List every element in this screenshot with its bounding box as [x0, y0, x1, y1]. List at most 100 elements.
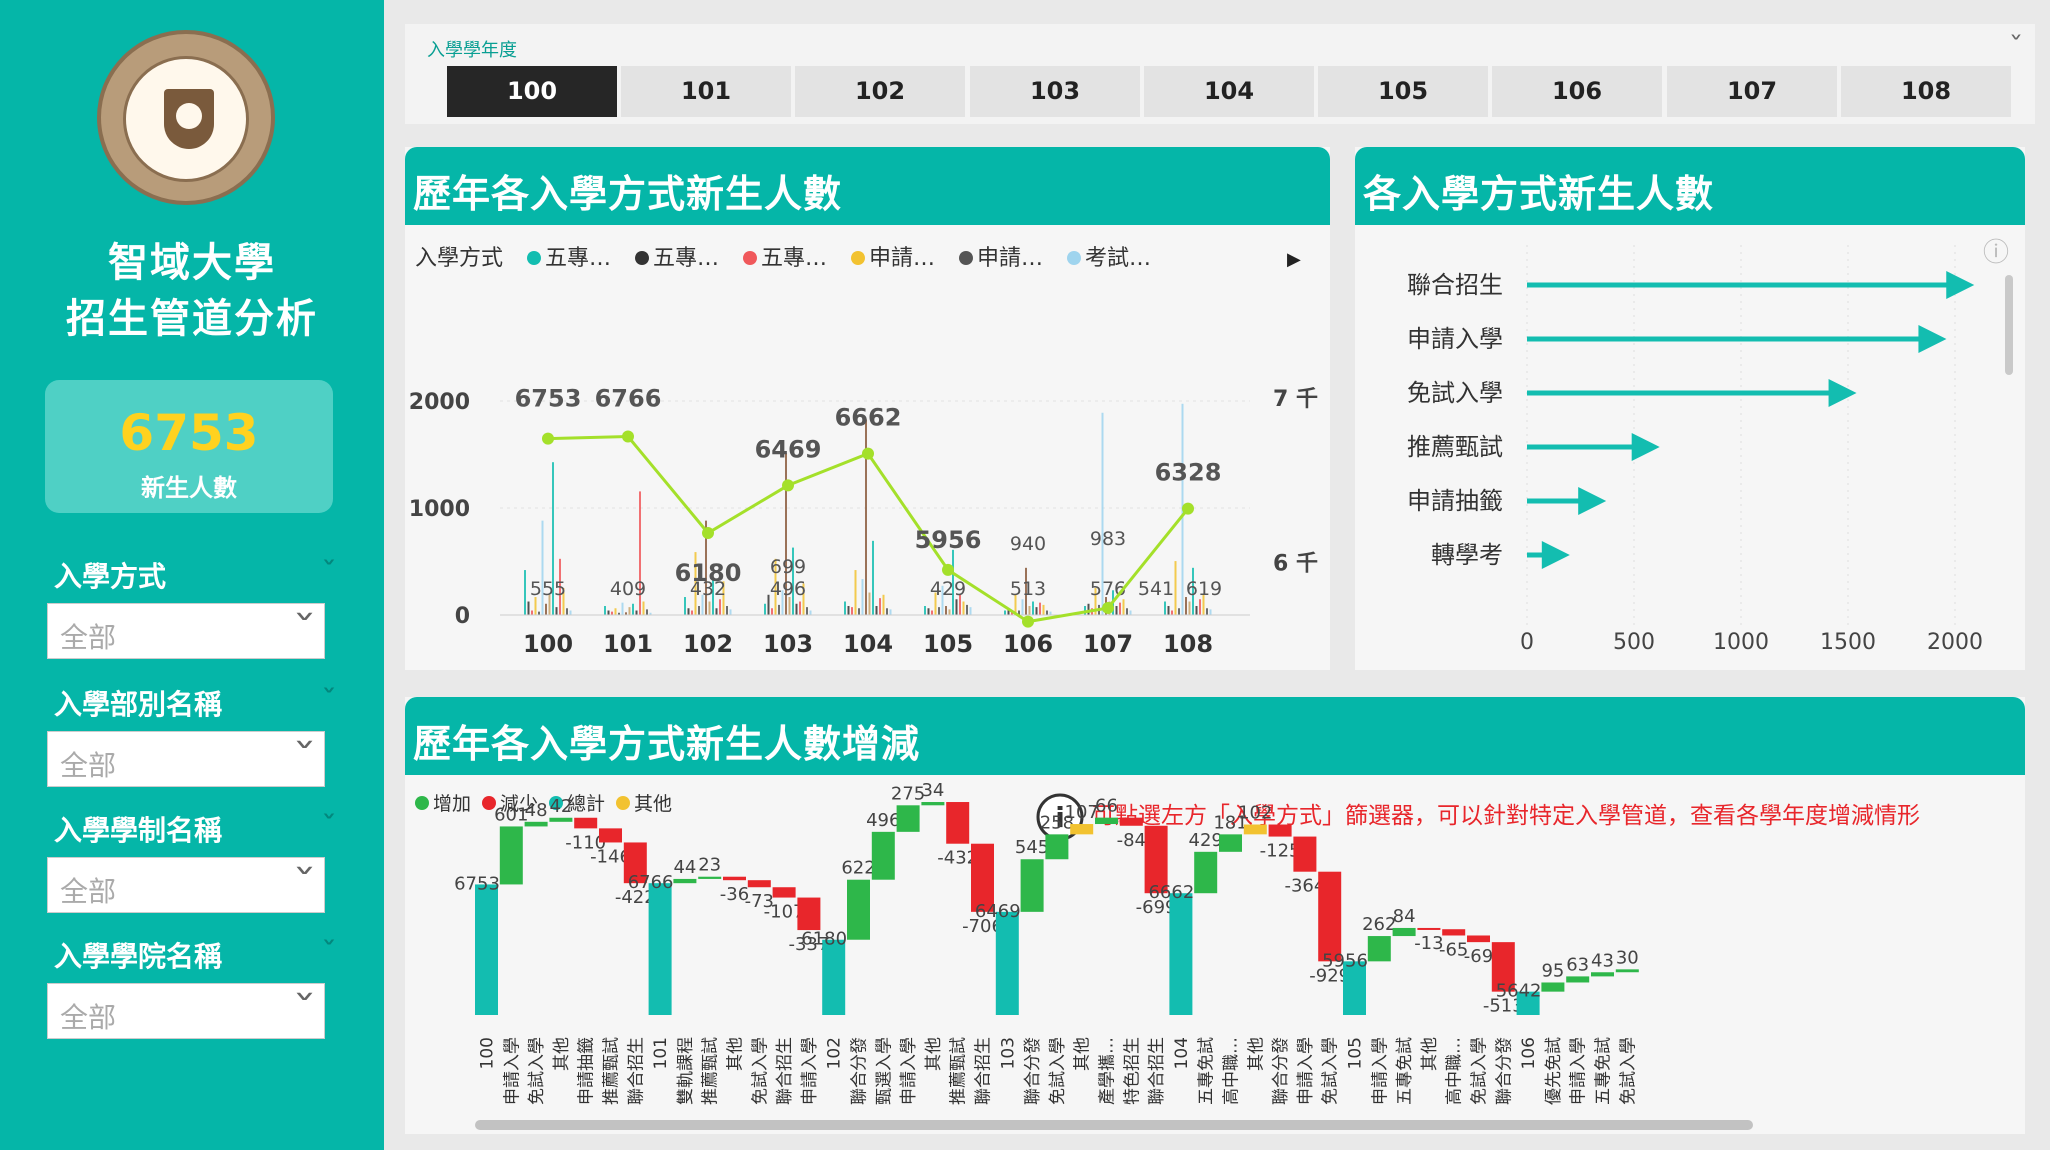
bar-mark — [1046, 610, 1048, 615]
bar-data-label: 66 — [1095, 796, 1118, 817]
bar-mark — [691, 610, 693, 615]
x-tick-label: 106 — [1003, 630, 1053, 658]
card-admission-methods: 各入學方式新生人數 0 500 1000 1500 2000 ⓘ 聯合招生 申請入學 免試入學推… — [1355, 147, 2025, 670]
bar-mark — [642, 601, 645, 615]
chevron-down-icon[interactable]: ˅ — [321, 811, 337, 835]
x-tick-label: 聯合招生 — [626, 1037, 646, 1105]
year-button-102[interactable]: 102 — [795, 66, 965, 117]
bar-data-label: 5642 — [1496, 981, 1542, 1002]
bar-mark — [531, 610, 533, 615]
x-tick-label: 高中職… — [1445, 1037, 1465, 1105]
x-tick-label: 申請入學 — [899, 1037, 919, 1105]
bar-mark — [809, 610, 812, 615]
filter-title-college[interactable]: 入學學院名稱 ˅ — [54, 935, 337, 975]
waterfall-bar — [1467, 935, 1490, 943]
x-tick-label: 雙軌課程 — [676, 1037, 696, 1105]
bar-mark — [872, 540, 874, 615]
bar-mark — [889, 609, 892, 615]
waterfall-bar — [871, 831, 895, 880]
y-left-tick: 2000 — [409, 390, 470, 415]
bar-mark — [538, 611, 540, 615]
bar-mark — [966, 604, 968, 615]
chevron-down-icon[interactable]: ˅ — [321, 937, 337, 961]
filter-value: 全部 — [60, 875, 117, 908]
year-button-104[interactable]: 104 — [1144, 66, 1314, 117]
filter-dropdown-admission-method[interactable]: 全部 ˅ — [47, 603, 325, 659]
bar-mark — [927, 608, 930, 615]
bar-mark — [545, 603, 547, 615]
bar-mark — [854, 570, 857, 615]
filter-dropdown-department[interactable]: 全部 ˅ — [47, 731, 325, 787]
bar-mark — [708, 601, 711, 615]
bar-mark — [524, 570, 526, 615]
chevron-down-icon[interactable]: ˅ — [292, 864, 318, 899]
legend-marker — [415, 796, 429, 810]
category-label: 申請入學 — [1407, 325, 1503, 353]
year-button-108[interactable]: 108 — [1841, 66, 2011, 117]
bar-mark — [882, 594, 885, 615]
bar-data-label: 6469 — [975, 901, 1021, 922]
chevron-down-icon[interactable]: ˅ — [2009, 32, 2024, 56]
chevron-down-icon[interactable]: ˅ — [292, 990, 318, 1025]
x-tick-label: 申請入學 — [800, 1037, 820, 1105]
bar-mark — [1199, 599, 1201, 615]
kpi-card: 6753 新生人數 — [45, 380, 333, 513]
legend-label: 五專… — [545, 246, 611, 271]
filter-title-program[interactable]: 入學學制名稱 ˅ — [54, 809, 337, 849]
series-point — [702, 527, 714, 539]
category-label: 聯合招生 — [1407, 271, 1503, 299]
x-tick-label: 特色招生 — [1122, 1037, 1142, 1105]
brand-line-1: 智域大學 — [108, 240, 276, 286]
x-tick-label: 102 — [683, 630, 733, 658]
waterfall-bar — [995, 911, 1019, 1015]
waterfall-bar — [524, 821, 548, 827]
legend-marker — [743, 251, 757, 265]
year-button-100[interactable]: 100 — [447, 66, 617, 117]
bar-mark — [687, 608, 690, 615]
year-button-101[interactable]: 101 — [621, 66, 791, 117]
year-button-106[interactable]: 106 — [1492, 66, 1662, 117]
year-button-105[interactable]: 105 — [1318, 66, 1488, 117]
waterfall-bar — [946, 802, 970, 844]
waterfall-bar — [673, 878, 697, 884]
filter-dropdown-college[interactable]: 全部 ˅ — [47, 983, 325, 1039]
x-tick-label: 申請入學 — [502, 1037, 522, 1105]
legend-marker — [1067, 251, 1081, 265]
waterfall-bar — [1541, 982, 1565, 992]
legend-label: 申請… — [977, 246, 1043, 271]
filter-title-department[interactable]: 入學部別名稱 ˅ — [54, 683, 337, 723]
chevron-down-icon[interactable]: ˅ — [321, 685, 337, 709]
waterfall-bar — [797, 897, 821, 931]
filter-dropdown-program[interactable]: 全部 ˅ — [47, 857, 325, 913]
x-tick-label: 104 — [1172, 1037, 1192, 1069]
bar-mark — [1195, 606, 1198, 615]
x-tick-label: 免試入學 — [1618, 1037, 1638, 1105]
x-tick-label: 其他 — [552, 1037, 572, 1071]
year-button-107[interactable]: 107 — [1667, 66, 1837, 117]
kpi-label: 新生人數 — [141, 474, 237, 502]
bar-data-label: 44 — [673, 857, 696, 878]
waterfall-bar — [847, 879, 870, 940]
chevron-down-icon[interactable]: ˅ — [292, 738, 318, 773]
logo-seal — [123, 56, 249, 182]
chevron-down-icon[interactable]: ˅ — [321, 557, 337, 581]
bar-data-label: 940 — [1010, 533, 1046, 555]
series-point — [622, 430, 634, 443]
horizontal-bar-chart: 0 500 1000 1500 2000 ⓘ 聯合招生申請入學免試入學推薦甄試申請抽籤轉學考 — [1407, 238, 2013, 655]
bar-mark — [1035, 607, 1038, 615]
series-point — [1022, 615, 1034, 628]
bar-mark — [1171, 610, 1173, 615]
bar-data-label: 107 — [1065, 802, 1099, 823]
bar-data-label: 275 — [891, 783, 925, 804]
bar-mark — [604, 606, 606, 615]
bar-mark — [614, 608, 617, 615]
bar-mark — [795, 603, 798, 615]
x-tick-label: 申請抽籤 — [577, 1037, 597, 1105]
year-button-103[interactable]: 103 — [970, 66, 1140, 117]
bar-data-label: 409 — [610, 578, 646, 600]
filter-title-admission-method[interactable]: 入學方式 ˅ — [54, 555, 337, 595]
bar-mark — [969, 607, 972, 615]
chevron-down-icon[interactable]: ˅ — [292, 610, 318, 645]
x-tick-label: 優先免試 — [1544, 1037, 1564, 1105]
x-tick-label: 102 — [825, 1037, 845, 1069]
